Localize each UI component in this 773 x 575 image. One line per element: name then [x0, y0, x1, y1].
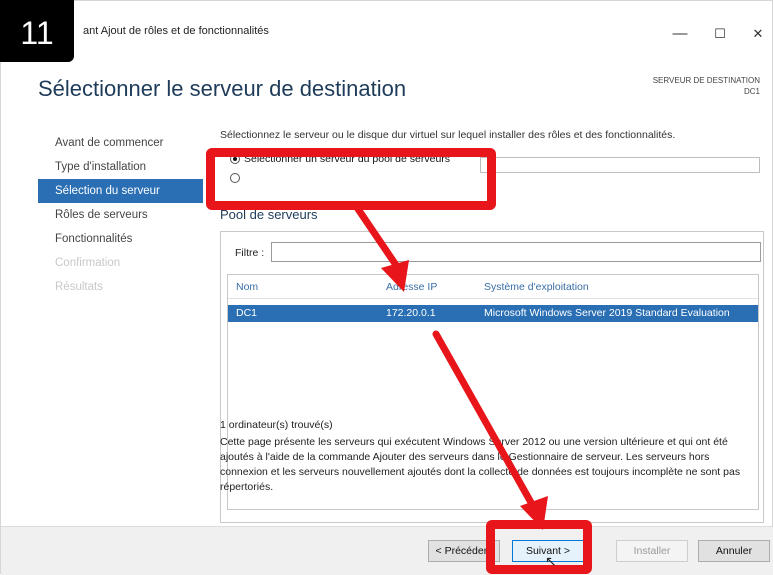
column-header-ip[interactable]: Adresse IP: [386, 281, 437, 293]
destination-label: SERVEUR DE DESTINATION: [652, 76, 760, 85]
vhd-field: [480, 157, 760, 173]
title-bar: ant Ajout de rôles et de fonctionnalités…: [1, 23, 773, 47]
grid-header: Nom Adresse IP Système d'exploitation: [228, 275, 758, 299]
nav-item-server-selection[interactable]: Sélection du serveur: [38, 179, 203, 203]
cell-name: DC1: [236, 307, 258, 319]
table-row[interactable]: DC1 172.20.0.1 Microsoft Windows Server …: [228, 305, 758, 322]
nav-item-before-you-begin[interactable]: Avant de commencer: [38, 131, 203, 155]
maximize-icon[interactable]: ☐: [701, 23, 739, 45]
destination-server-label: SERVEUR DE DESTINATION DC1: [600, 75, 760, 97]
found-count: 1 ordinateur(s) trouvé(s): [220, 419, 333, 431]
minimize-icon[interactable]: —: [661, 23, 699, 45]
mouse-cursor-icon: ↖: [545, 553, 557, 569]
cell-ip: 172.20.0.1: [386, 307, 436, 319]
wizard-nav: Avant de commencer Type d'installation S…: [38, 131, 203, 299]
description-text: Cette page présente les serveurs qui exé…: [220, 436, 741, 493]
column-header-name[interactable]: Nom: [236, 281, 258, 293]
step-badge: 11: [0, 0, 74, 62]
nav-item-features[interactable]: Fonctionnalités: [38, 227, 203, 251]
close-icon[interactable]: ✕: [739, 23, 773, 45]
filter-label: Filtre :: [235, 247, 265, 259]
nav-item-results: Résultats: [55, 281, 103, 293]
intro-text: Sélectionnez le serveur ou le disque dur…: [220, 129, 676, 141]
wizard-footer: < Précédent Suivant > Installer Annuler: [1, 527, 773, 575]
filter-input[interactable]: [271, 242, 761, 262]
column-header-os[interactable]: Système d'exploitation: [484, 281, 589, 293]
install-button: Installer: [616, 540, 688, 562]
highlight-next-button: [486, 520, 592, 574]
wizard-window: ant Ajout de rôles et de fonctionnalités…: [0, 0, 773, 575]
highlight-server-pool-option: [206, 148, 496, 210]
nav-item-confirmation: Confirmation: [55, 257, 121, 269]
window-title: ant Ajout de rôles et de fonctionnalités: [83, 25, 269, 37]
destination-value: DC1: [743, 87, 760, 96]
nav-item-installation-type[interactable]: Type d'installation: [38, 155, 203, 179]
cell-os: Microsoft Windows Server 2019 Standard E…: [484, 307, 730, 319]
nav-item-server-roles[interactable]: Rôles de serveurs: [38, 203, 203, 227]
page-title: Sélectionner le serveur de destination: [38, 76, 407, 101]
cancel-button[interactable]: Annuler: [698, 540, 770, 562]
